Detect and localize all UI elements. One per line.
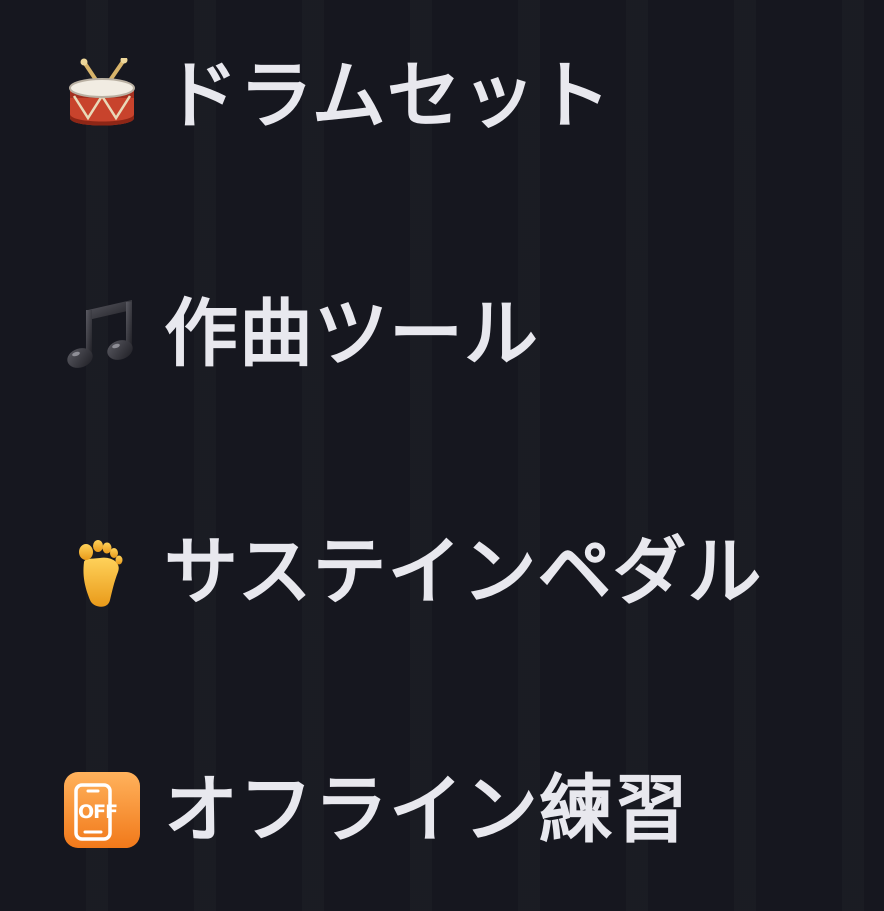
feature-label: 作曲ツール xyxy=(164,291,539,377)
feature-item-sustain-pedal: サステインペダル xyxy=(62,526,862,618)
musical-note-icon xyxy=(62,294,142,374)
feature-item-offline-practice: OFF オフライン練習 xyxy=(62,764,862,856)
feature-list: ドラムセット 作曲ツール サステインペダル OFF オフライン練習 xyxy=(62,50,862,856)
foot-icon xyxy=(62,532,142,612)
feature-item-composer: 作曲ツール xyxy=(62,288,862,380)
feature-item-drum-kit: ドラムセット xyxy=(62,50,862,142)
drum-icon xyxy=(62,56,142,136)
feature-label: ドラムセット xyxy=(164,53,612,139)
off-badge-text: OFF xyxy=(78,801,117,823)
feature-label: オフライン練習 xyxy=(164,767,689,853)
phone-off-icon: OFF xyxy=(62,770,142,850)
feature-label: サステインペダル xyxy=(164,529,763,615)
